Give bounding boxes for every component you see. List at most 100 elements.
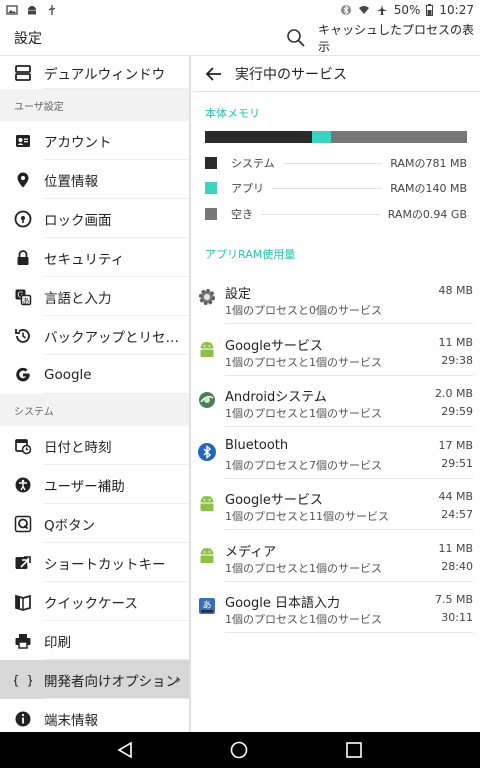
app-process-summary: 1個のプロセスと1個のサービス [225,355,382,369]
japanese-input-icon: あ [197,596,217,616]
app-ram-size: 44 MB [438,490,473,503]
svg-text:{ }: { } [14,673,32,687]
quick-case-icon [12,591,34,613]
app-ram-size: 7.5 MB [434,593,473,606]
app-running-time: 28:40 [441,559,473,573]
running-app-row[interactable]: Googleサービス 1個のプロセスと11個のサービス 44 MB 24:57 [193,479,480,530]
running-app-row[interactable]: Googleサービス 1個のプロセスと1個のサービス 11 MB 29:38 [193,325,480,376]
nav-home-icon[interactable] [229,740,249,760]
sidebar-item-accessibility[interactable]: ユーザー補助 [0,465,189,504]
nav-back-icon[interactable] [115,740,135,760]
sidebar-item-label: デュアルウィンドウ [44,66,166,83]
device-memory-label: 本体メモリ [205,107,260,120]
app-name: Googleサービス [225,493,323,508]
app-name: メディア [225,544,277,560]
running-app-row[interactable]: Bluetooth 1個のプロセスと7個のサービス 17 MB 29:51 [193,428,480,479]
sidebar-item-shortcut[interactable]: ショートカットキー [0,543,189,582]
image-notification-icon [6,5,18,15]
android-notification-icon [28,6,36,15]
sidebar-item-clock[interactable]: 日付と時刻 [0,426,189,465]
sidebar-item-print[interactable]: 印刷 [0,621,189,660]
app-process-summary: 1個のプロセスと11個のサービス [225,510,389,523]
print-icon [12,630,34,652]
sidebar-item-language[interactable]: G あ言語と入力 [0,277,189,316]
sidebar-item-label: 言語と入力 [44,290,112,307]
dual-window-icon [12,62,34,84]
back-arrow-icon[interactable] [205,65,223,83]
accessibility-icon [12,474,34,496]
panel-header: 実行中のサービス [193,56,480,92]
clock-icon [12,435,34,457]
memory-usage-bar [205,131,467,143]
app-name: 設定 [225,287,252,302]
q-button-icon [12,513,34,535]
airplane-icon [376,5,387,15]
app-name: Androidシステム [225,390,327,405]
app-ram-size: 2.0 MB [434,387,473,400]
sidebar-item-dual-window[interactable]: デュアルウィンドウ [0,56,189,89]
security-lock-icon [12,247,34,269]
battery-icon [426,4,434,16]
running-services-panel: 実行中のサービス 本体メモリ システム RAMの781 MB アプリ RAMの1… [193,56,480,732]
sidebar-item-label: 開発者向けオプション [44,673,179,690]
page-title: 設定 [14,30,42,47]
app-running-time: 30:11 [441,611,473,624]
sidebar-item-google[interactable]: Google [0,355,189,394]
running-app-row[interactable]: Androidシステム 1個のプロセスと1個のサービス 2.0 MB 29:59 [193,376,480,427]
sidebar-item-label: アカウント [44,134,112,151]
legend-swatch [205,208,217,220]
sidebar-item-account[interactable]: アカウント [0,121,189,160]
app-ram-size: 11 MB [438,541,473,555]
svg-text:あ: あ [202,600,211,611]
sidebar-item-lock-screen[interactable]: ロック画面 [0,199,189,238]
app-name: Bluetooth [225,437,289,453]
app-ram-size: 11 MB [438,335,473,349]
sidebar-item-developer-braces[interactable]: { } 開発者向けオプション› [0,660,189,699]
panel-title: 実行中のサービス [235,66,347,83]
sidebar-section-system: システム [0,394,189,426]
sidebar-item-quick-case[interactable]: クイックケース [0,582,189,621]
running-app-row[interactable]: メディア 1個のプロセスと1個のサービス 11 MB 28:40 [193,531,480,582]
sidebar-section-user: ユーザ設定 [0,89,189,121]
sidebar-item-label: Google [44,366,92,383]
memory-segment-free [330,131,467,143]
app-name: Googleサービス [225,338,323,354]
sidebar-item-label: 位置情報 [44,173,98,190]
usb-icon [48,5,56,15]
location-icon [12,169,34,191]
app-running-time: 24:57 [441,508,473,521]
show-cached-processes-button[interactable]: キャッシュしたプロセスの表示 [318,21,480,55]
nav-recents-icon[interactable] [344,740,364,760]
sidebar-item-info[interactable]: 端末情報 [0,699,189,732]
legend-swatch [205,182,217,194]
settings-gear-icon [197,287,217,307]
legend-value: RAMの781 MB [390,157,467,170]
app-name: Google 日本語入力 [225,596,340,611]
legend-label: システム [231,157,275,170]
google-icon [12,364,34,386]
app-process-summary: 1個のプロセスと1個のサービス [225,561,382,575]
search-icon[interactable] [286,28,306,48]
running-app-row[interactable]: あ Google 日本語入力 1個のプロセスと1個のサービス 7.5 MB 30:11 [193,582,480,633]
app-process-summary: 1個のプロセスと1個のサービス [225,407,382,420]
shortcut-icon [12,552,34,574]
sidebar-item-label: バックアップとリセ… [44,329,179,346]
sidebar-item-security-lock[interactable]: セキュリティ [0,238,189,277]
sidebar-item-label: ショートカットキー [44,556,166,573]
memory-segment-app [312,131,331,143]
android-system-icon [197,390,217,410]
running-app-row[interactable]: 設定 1個のプロセスと0個のサービス 48 MB [193,273,480,324]
sidebar-item-location[interactable]: 位置情報 [0,160,189,199]
sidebar-item-label: セキュリティ [44,251,125,268]
svg-text:あ: あ [23,297,30,305]
legend-free: 空き RAMの0.94 GB [205,205,467,223]
legend-app: アプリ RAMの140 MB [205,179,467,197]
sidebar-item-q-button[interactable]: Qボタン [0,504,189,543]
backup-icon [12,325,34,347]
legend-swatch [205,157,217,169]
info-icon [12,708,34,730]
lock-screen-icon [12,208,34,230]
battery-percent: 50% [393,3,421,17]
sidebar-item-backup[interactable]: バックアップとリセ… [0,316,189,355]
app-ram-size: 48 MB [438,284,473,297]
